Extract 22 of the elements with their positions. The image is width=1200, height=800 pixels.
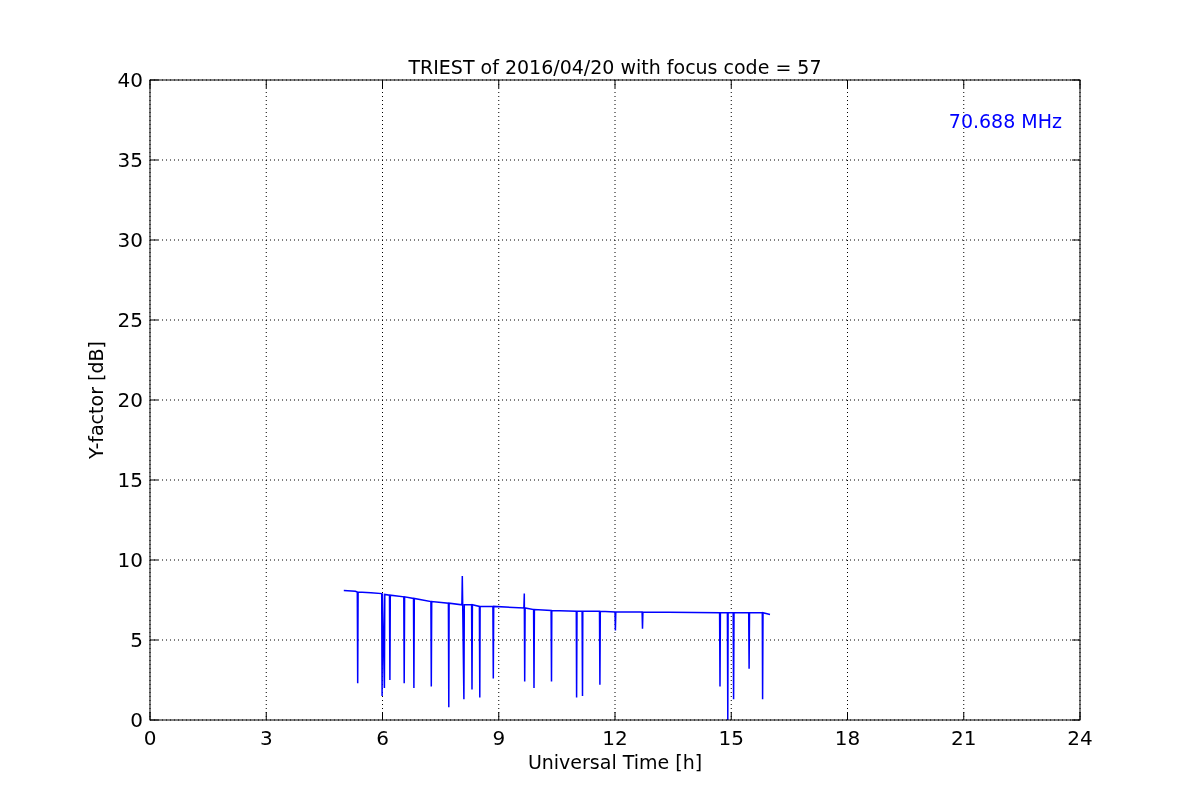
tick-label: 12 — [602, 726, 628, 750]
tick-label: 24 — [1067, 726, 1093, 750]
tick-label: 15 — [117, 468, 143, 492]
tick-label: 5 — [130, 628, 143, 652]
tick-label: 25 — [117, 308, 143, 332]
tick-label: 9 — [492, 726, 506, 750]
tick-label: 18 — [834, 726, 861, 750]
y-axis-label: Y-factor [dB] — [85, 341, 107, 459]
chart-title: TRIEST of 2016/04/20 with focus code = 57 — [408, 56, 822, 78]
tick-label: 20 — [117, 388, 143, 412]
frequency-label: 70.688 MHz — [948, 110, 1062, 132]
tick-label: 0 — [143, 726, 157, 750]
tick-label: 35 — [117, 148, 143, 172]
tick-label: 6 — [376, 726, 389, 750]
tick-label: 10 — [117, 548, 143, 572]
x-axis-label: Universal Time [h] — [527, 751, 703, 773]
tick-label: 3 — [259, 726, 273, 750]
tick-label: 15 — [718, 726, 744, 750]
tick-label: 21 — [951, 726, 977, 750]
tick-label: 40 — [117, 68, 143, 92]
tick-label: 0 — [130, 708, 143, 732]
tick-label: 30 — [117, 228, 143, 252]
